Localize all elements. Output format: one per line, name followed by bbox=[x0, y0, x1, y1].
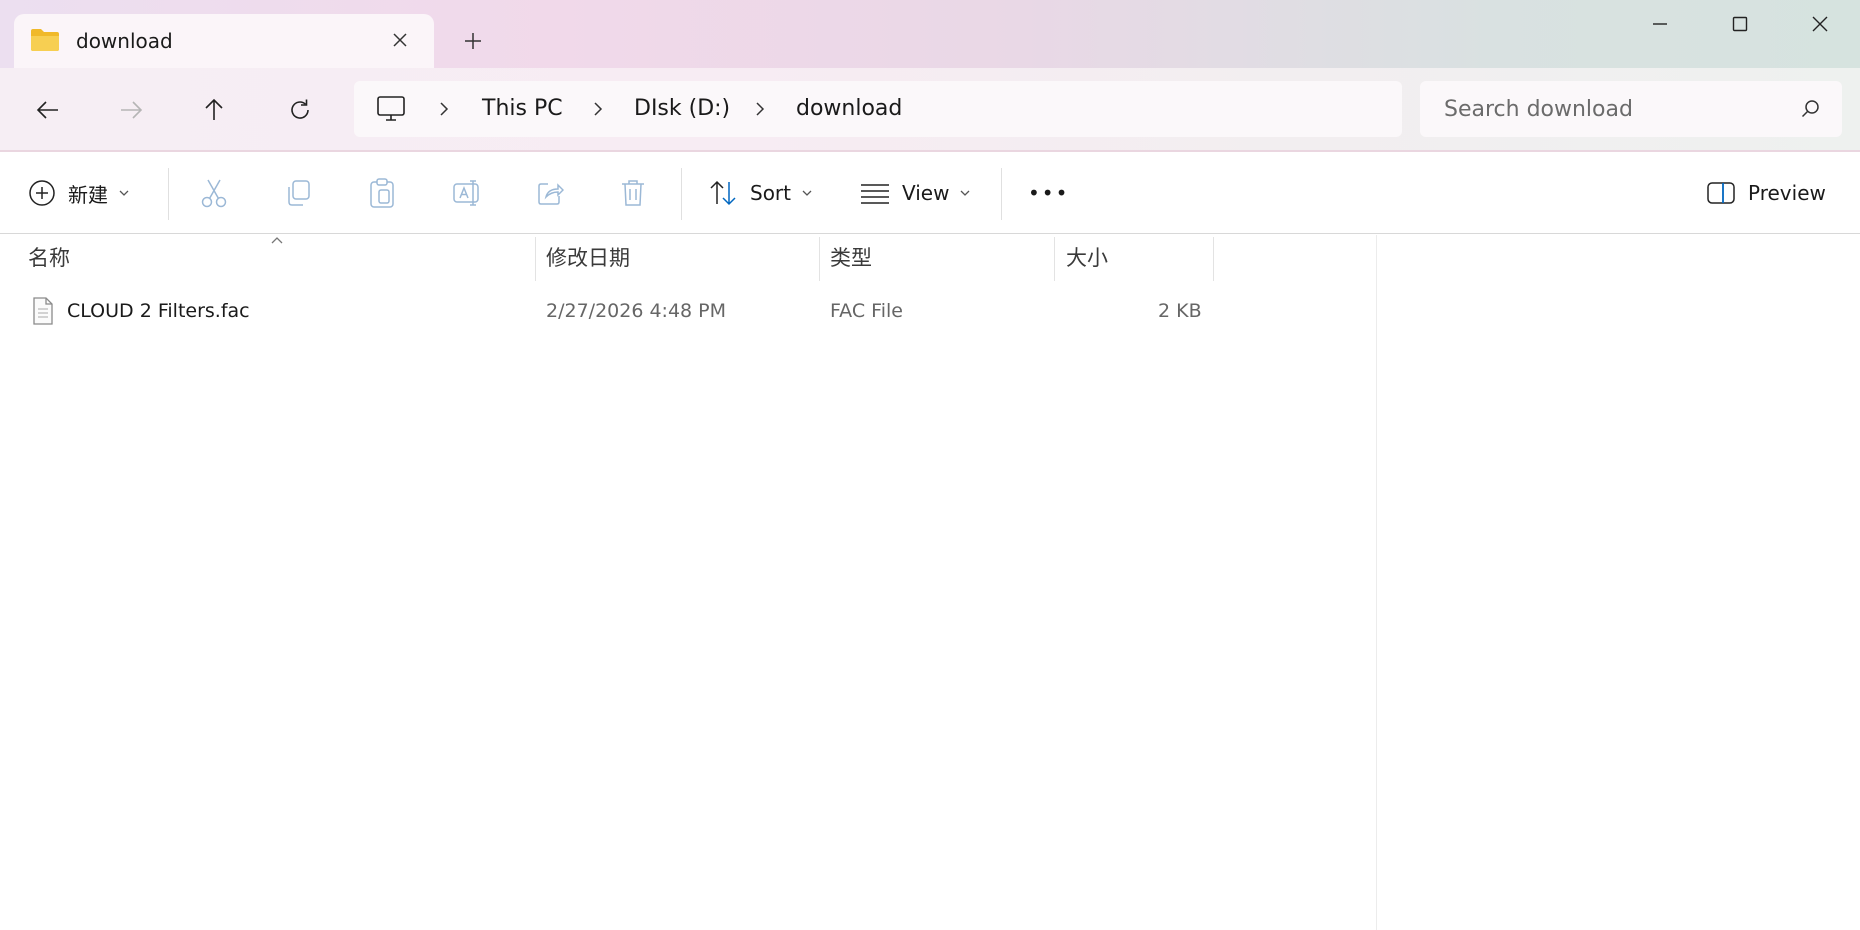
breadcrumb-disk-d[interactable]: DIsk (D:) bbox=[634, 96, 730, 122]
address-row: This PC DIsk (D:) download bbox=[0, 68, 1860, 152]
rename-button[interactable] bbox=[452, 172, 482, 214]
chevron-right-icon bbox=[594, 102, 603, 116]
cut-button[interactable] bbox=[200, 172, 228, 214]
view-button[interactable]: View bbox=[860, 172, 971, 214]
file-type: FAC File bbox=[830, 300, 903, 322]
copy-button[interactable] bbox=[284, 172, 312, 214]
close-icon bbox=[393, 33, 407, 47]
search-input[interactable] bbox=[1444, 94, 1774, 124]
column-divider[interactable] bbox=[1054, 237, 1055, 281]
minimize-button[interactable] bbox=[1636, 10, 1684, 38]
plus-icon bbox=[465, 33, 481, 49]
toolbar-divider bbox=[168, 168, 169, 220]
sort-button[interactable]: Sort bbox=[708, 172, 813, 214]
copy-icon bbox=[288, 180, 310, 206]
toolbar-divider bbox=[1001, 168, 1002, 220]
preview-label: Preview bbox=[1748, 181, 1826, 205]
tab-title: download bbox=[76, 29, 173, 53]
paste-icon bbox=[370, 178, 394, 208]
title-bar: download bbox=[0, 0, 1860, 68]
minimize-icon bbox=[1653, 23, 1667, 25]
search-icon[interactable] bbox=[1800, 98, 1822, 120]
file-modified: 2/27/2026 4:48 PM bbox=[546, 300, 727, 322]
column-divider[interactable] bbox=[819, 237, 820, 281]
command-bar: 新建 Sort View ••• Preview bbox=[0, 154, 1860, 234]
document-icon bbox=[33, 297, 53, 325]
computer-icon bbox=[377, 96, 405, 121]
column-divider[interactable] bbox=[1213, 237, 1214, 281]
preview-pane-divider bbox=[1376, 235, 1377, 930]
rename-icon bbox=[453, 180, 479, 206]
column-header-modified[interactable]: 修改日期 bbox=[546, 235, 630, 281]
arrow-left-icon bbox=[36, 101, 58, 119]
back-button[interactable] bbox=[28, 90, 68, 130]
file-size: 2 KB bbox=[1158, 300, 1202, 322]
new-button-label: 新建 bbox=[68, 182, 108, 207]
up-button[interactable] bbox=[194, 90, 234, 130]
sort-icon bbox=[710, 180, 736, 206]
tab-close-button[interactable] bbox=[388, 28, 412, 52]
column-header-name[interactable]: 名称 bbox=[28, 235, 70, 281]
close-icon bbox=[1812, 16, 1828, 32]
search-box bbox=[1420, 81, 1842, 137]
arrow-up-icon bbox=[205, 98, 223, 120]
address-bar[interactable]: This PC DIsk (D:) download bbox=[354, 81, 1402, 137]
chevron-down-icon bbox=[802, 190, 812, 196]
tab-download[interactable]: download bbox=[14, 14, 434, 68]
table-row[interactable]: CLOUD 2 Filters.fac 2/27/2026 4:48 PM FA… bbox=[18, 293, 1222, 331]
sort-label: Sort bbox=[750, 181, 791, 205]
column-header-size[interactable]: 大小 bbox=[1066, 235, 1108, 281]
chevron-down-icon bbox=[961, 190, 970, 196]
chevron-right-icon bbox=[756, 102, 765, 116]
new-button[interactable]: 新建 bbox=[28, 172, 130, 214]
column-divider[interactable] bbox=[535, 237, 536, 281]
plus-circle-icon bbox=[29, 180, 55, 206]
sort-ascending-caret-icon bbox=[271, 237, 283, 244]
forward-button[interactable] bbox=[111, 90, 151, 130]
folder-icon bbox=[31, 29, 59, 51]
share-icon bbox=[538, 183, 564, 205]
maximize-icon bbox=[1732, 16, 1748, 32]
chevron-down-icon bbox=[119, 190, 129, 196]
view-label: View bbox=[902, 181, 950, 205]
maximize-button[interactable] bbox=[1716, 10, 1764, 38]
arrow-right-icon bbox=[121, 101, 143, 119]
column-header-type[interactable]: 类型 bbox=[830, 235, 872, 281]
delete-button[interactable] bbox=[620, 172, 646, 214]
more-icon: ••• bbox=[1028, 181, 1070, 205]
file-list-area: 名称 修改日期 类型 大小 CLOUD 2 Filters.fac 2/27/2… bbox=[0, 235, 1860, 930]
more-options-button[interactable]: ••• bbox=[1028, 172, 1069, 214]
breadcrumb-download[interactable]: download bbox=[796, 96, 902, 122]
refresh-button[interactable] bbox=[280, 90, 320, 130]
toolbar-divider bbox=[681, 168, 682, 220]
share-button[interactable] bbox=[536, 172, 564, 214]
preview-pane-icon bbox=[1707, 182, 1735, 204]
paste-button[interactable] bbox=[368, 172, 396, 214]
new-tab-button[interactable] bbox=[460, 28, 486, 54]
scissors-icon bbox=[201, 179, 227, 208]
refresh-icon bbox=[291, 99, 309, 119]
list-view-icon bbox=[861, 184, 889, 204]
trash-icon bbox=[622, 180, 644, 206]
file-name: CLOUD 2 Filters.fac bbox=[67, 300, 250, 322]
preview-pane-button[interactable]: Preview bbox=[1706, 172, 1826, 214]
chevron-right-icon bbox=[440, 102, 449, 116]
close-window-button[interactable] bbox=[1796, 10, 1844, 38]
breadcrumb-this-pc[interactable]: This PC bbox=[482, 96, 563, 122]
